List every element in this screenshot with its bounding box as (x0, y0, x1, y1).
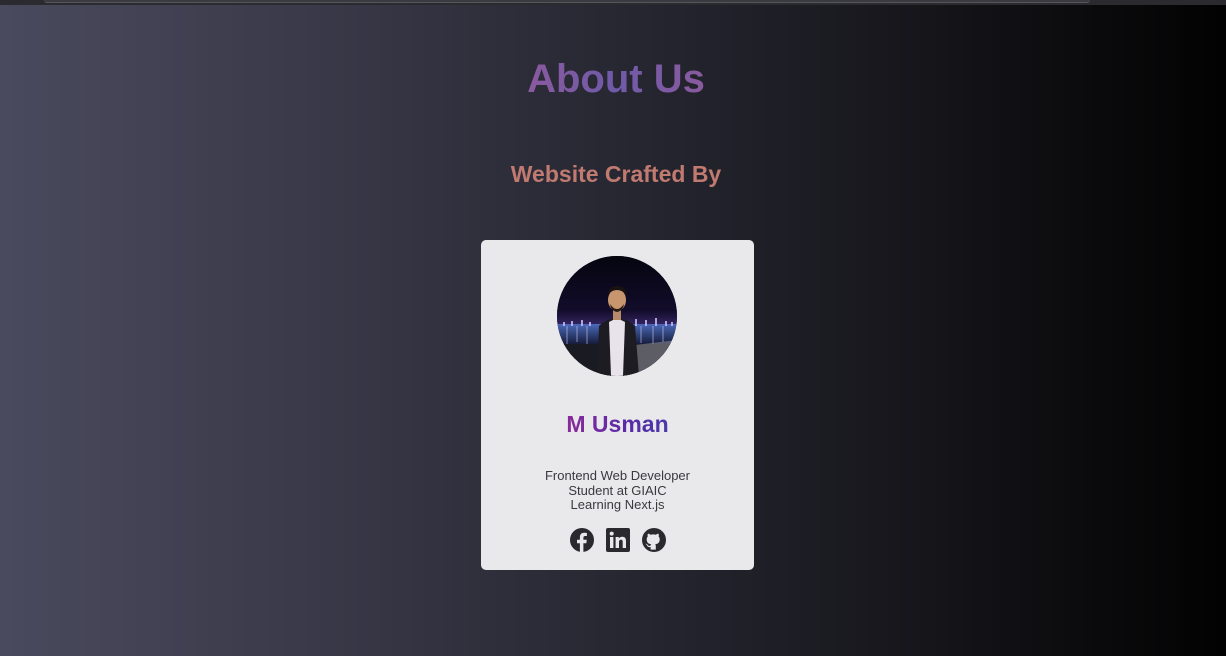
bio-line-learning: Learning Next.js (570, 497, 665, 512)
linkedin-icon (605, 528, 630, 552)
profile-name-text: M Usman (566, 411, 669, 437)
profile-photo (557, 256, 677, 376)
avatar (557, 256, 677, 376)
github-link[interactable] (641, 528, 666, 552)
profile-card: M Usman Frontend Web Developer Student a… (481, 240, 754, 570)
linkedin-link[interactable] (605, 528, 630, 552)
page-title: About Us (0, 56, 1226, 102)
page-title-text: About Us (527, 57, 705, 101)
crafted-by-heading: Website Crafted By (510, 161, 722, 187)
profile-bio: Frontend Web Developer Student at GIAIC … (481, 468, 754, 513)
github-icon (641, 528, 666, 552)
social-links (481, 528, 754, 552)
facebook-link[interactable] (569, 528, 594, 552)
profile-name: M Usman (481, 410, 754, 438)
bio-line-school: Student at GIAIC (568, 482, 667, 498)
address-bar-edge (44, 0, 1090, 3)
browser-top-strip (0, 0, 1226, 5)
bio-line-role: Frontend Web Developer (544, 468, 690, 483)
facebook-icon (569, 528, 594, 552)
